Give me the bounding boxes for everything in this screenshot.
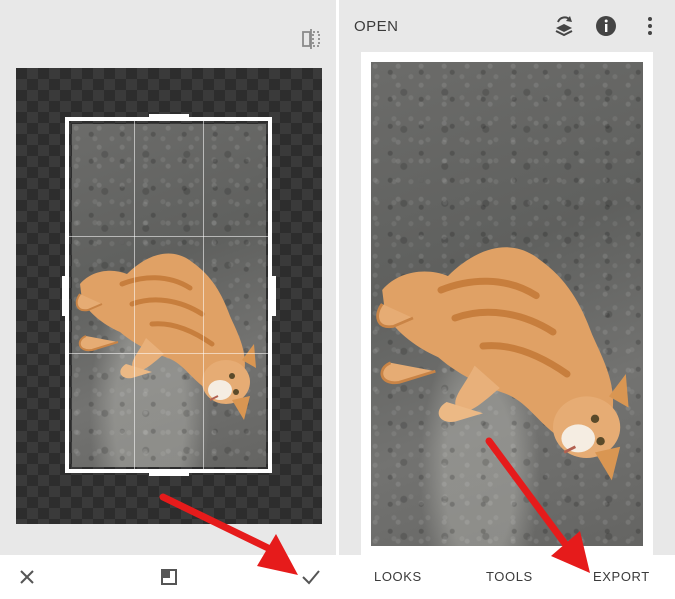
main-image[interactable] — [371, 62, 643, 546]
crop-frame[interactable] — [65, 117, 272, 473]
nav-tools[interactable]: TOOLS — [486, 566, 533, 588]
crop-handle-top[interactable] — [149, 114, 189, 120]
aspect-ratio-icon[interactable] — [156, 564, 182, 590]
open-button[interactable]: OPEN — [354, 16, 399, 38]
layers-icon[interactable] — [552, 14, 576, 38]
nav-looks[interactable]: LOOKS — [374, 566, 422, 588]
compare-icon[interactable] — [300, 28, 322, 50]
crop-handle-right[interactable] — [270, 276, 276, 316]
close-icon[interactable] — [14, 564, 40, 590]
crop-grid-line — [134, 121, 135, 469]
info-icon[interactable] — [594, 14, 618, 38]
crop-handle-bottom[interactable] — [149, 470, 189, 476]
nav-export[interactable]: EXPORT — [593, 566, 650, 588]
checkmark-icon[interactable] — [298, 564, 324, 590]
cat-image — [376, 247, 629, 481]
crop-handle-left[interactable] — [62, 276, 68, 316]
crop-grid-line — [69, 353, 268, 354]
crop-grid-line — [203, 121, 204, 469]
more-vert-icon[interactable] — [638, 14, 662, 38]
crop-grid-line — [69, 236, 268, 237]
